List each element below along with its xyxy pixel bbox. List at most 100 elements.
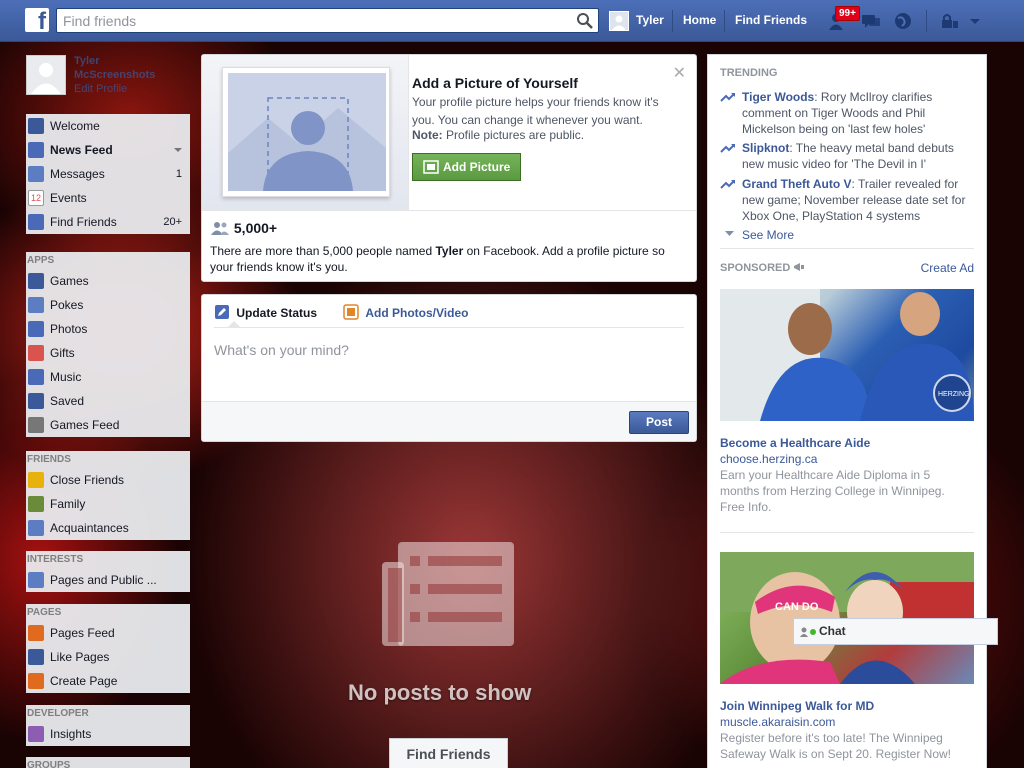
search-icon[interactable] xyxy=(576,12,594,30)
topbar-avatar[interactable] xyxy=(609,11,629,31)
trending-topic[interactable]: Grand Theft Auto V xyxy=(742,177,852,191)
sidebar-item-gifts[interactable]: Gifts xyxy=(26,341,190,365)
profile-name[interactable]: Tyler xyxy=(74,55,99,67)
sidebar-item-family[interactable]: Family xyxy=(26,492,190,516)
sidebar-item-pages-and-public[interactable]: Pages and Public ... xyxy=(26,568,190,592)
create-ad-link[interactable]: Create Ad xyxy=(921,261,974,275)
sidebar-item-acquaintances[interactable]: Acquaintances xyxy=(26,516,190,540)
ad-title[interactable]: Join Winnipeg Walk for MD xyxy=(720,699,874,713)
account-menu-chevron-down-icon[interactable] xyxy=(964,11,986,31)
sidebar-item-news-feed[interactable]: News Feed xyxy=(26,138,190,162)
tab-add-photos[interactable]: Add Photos/Video xyxy=(343,304,468,320)
ad-image[interactable]: HERZING xyxy=(720,289,974,421)
news-feed-icon xyxy=(28,142,44,158)
sidebar-item-games-feed[interactable]: Games Feed xyxy=(26,413,190,437)
ad-title[interactable]: Become a Healthcare Aide xyxy=(720,436,870,450)
ad-description[interactable]: Register before it's too late! The Winni… xyxy=(720,730,970,762)
sidebar-item-label: Find Friends xyxy=(50,215,117,229)
sidebar-item-label: Insights xyxy=(50,727,92,741)
facebook-icon xyxy=(28,118,44,134)
profile-photo-placeholder[interactable] xyxy=(222,67,390,197)
add-picture-note: Note: Profile pictures are public. xyxy=(412,128,584,142)
sidebar-item-find-friends[interactable]: Find Friends 20+ xyxy=(26,210,190,234)
facebook-logo-icon[interactable]: f xyxy=(25,8,49,32)
sidebar-section-heading[interactable]: DEVELOPER xyxy=(26,705,190,722)
add-picture-description: Your profile picture helps your friends … xyxy=(412,95,659,127)
avatar[interactable] xyxy=(26,55,66,95)
trending-heading: TRENDING xyxy=(720,67,778,79)
search-box[interactable] xyxy=(56,8,599,33)
sidebar-item-music[interactable]: Music xyxy=(26,365,190,389)
sidebar-section-heading[interactable]: GROUPS xyxy=(26,757,190,768)
chevron-down-icon[interactable] xyxy=(174,148,182,152)
trending-item[interactable]: Slipknot: The heavy metal band debuts ne… xyxy=(720,140,975,172)
sidebar-item-saved[interactable]: Saved xyxy=(26,389,190,413)
messages-count: 1 xyxy=(175,168,182,180)
sidebar-section-heading[interactable]: APPS xyxy=(26,252,190,269)
chevron-down-icon[interactable] xyxy=(725,231,734,237)
tab-update-status[interactable]: Update Status xyxy=(214,304,317,320)
ad-url[interactable]: choose.herzing.ca xyxy=(720,452,817,466)
divider xyxy=(408,55,409,210)
sidebar-section-heading[interactable]: PAGES xyxy=(26,604,190,621)
active-tab-pointer xyxy=(228,321,240,327)
count-desc-pre: There are more than 5,000 people named xyxy=(210,244,436,258)
profile-surname[interactable]: McScreenshots xyxy=(74,69,155,81)
globe-icon[interactable] xyxy=(892,11,914,31)
trending-arrow-icon xyxy=(720,144,735,153)
find-friends-link[interactable]: Find Friends xyxy=(735,13,807,27)
sponsored-heading: SPONSORED xyxy=(720,262,805,274)
notification-badge[interactable]: 99+ xyxy=(835,6,860,21)
ad-description[interactable]: Earn your Healthcare Aide Diploma in 5 m… xyxy=(720,467,970,515)
post-button[interactable]: Post xyxy=(629,411,689,434)
topbar-profile-link[interactable]: Tyler xyxy=(636,13,664,27)
photos-icon xyxy=(28,321,44,337)
sidebar-item-pokes[interactable]: Pokes xyxy=(26,293,190,317)
sidebar-item-like-pages[interactable]: Like Pages xyxy=(26,645,190,669)
tab-label: Add Photos/Video xyxy=(365,306,469,320)
find-friends-icon xyxy=(28,214,44,230)
sidebar-item-photos[interactable]: Photos xyxy=(26,317,190,341)
edit-profile-link[interactable]: Edit Profile xyxy=(74,83,127,95)
add-picture-button-label: Add Picture xyxy=(443,160,511,174)
trending-item[interactable]: Grand Theft Auto V: Trailer revealed for… xyxy=(720,176,975,224)
chart-icon xyxy=(28,726,44,742)
sidebar-item-label: Family xyxy=(50,497,86,511)
trending-arrow-icon xyxy=(720,180,735,189)
trending-topic[interactable]: Slipknot xyxy=(742,141,789,155)
sidebar-item-welcome[interactable]: Welcome xyxy=(26,114,190,138)
count-desc-name: Tyler xyxy=(435,244,464,258)
close-icon[interactable]: ✕ xyxy=(673,63,686,83)
sidebar-item-label: Close Friends xyxy=(50,473,125,487)
sidebar-item-label: Photos xyxy=(50,322,88,336)
calendar-icon: 12 xyxy=(28,190,44,206)
profile-summary[interactable]: Tyler McScreenshots Edit Profile xyxy=(26,55,190,103)
flag-icon xyxy=(28,625,44,641)
sidebar-item-insights[interactable]: Insights xyxy=(26,722,190,746)
trending-item[interactable]: Tiger Woods: Rory McIlroy clarifies comm… xyxy=(720,89,975,137)
sidebar-item-pages-feed[interactable]: Pages Feed xyxy=(26,621,190,645)
home-link[interactable]: Home xyxy=(683,13,716,27)
sidebar-section-heading[interactable]: FRIENDS xyxy=(26,451,190,468)
sidebar-item-create-page[interactable]: Create Page xyxy=(26,669,190,693)
sidebar-item-games[interactable]: Games xyxy=(26,269,190,293)
divider xyxy=(202,210,696,211)
sidebar-section-heading[interactable]: INTERESTS xyxy=(26,551,190,568)
chat-label: Chat xyxy=(819,624,846,638)
messages-icon[interactable] xyxy=(860,11,882,31)
sidebar-item-events[interactable]: 12 Events xyxy=(26,186,190,210)
find-friends-button[interactable]: Find Friends xyxy=(389,738,508,768)
sidebar-item-label: Welcome xyxy=(50,119,100,133)
chat-bar[interactable]: Chat xyxy=(793,618,998,645)
sidebar-item-close-friends[interactable]: Close Friends xyxy=(26,468,190,492)
status-input[interactable]: What's on your mind? xyxy=(214,342,349,358)
sidebar-item-messages[interactable]: Messages 1 xyxy=(26,162,190,186)
avatar-silhouette-icon xyxy=(27,56,65,94)
top-bar: f Tyler Home Find Friends 99+ xyxy=(0,0,1024,42)
trending-topic[interactable]: Tiger Woods xyxy=(742,90,814,104)
see-more-link[interactable]: See More xyxy=(742,228,794,242)
add-picture-button[interactable]: Add Picture xyxy=(412,153,521,181)
search-input[interactable] xyxy=(63,12,563,30)
ad-url[interactable]: muscle.akaraisin.com xyxy=(720,715,835,729)
privacy-lock-icon[interactable] xyxy=(938,11,960,31)
